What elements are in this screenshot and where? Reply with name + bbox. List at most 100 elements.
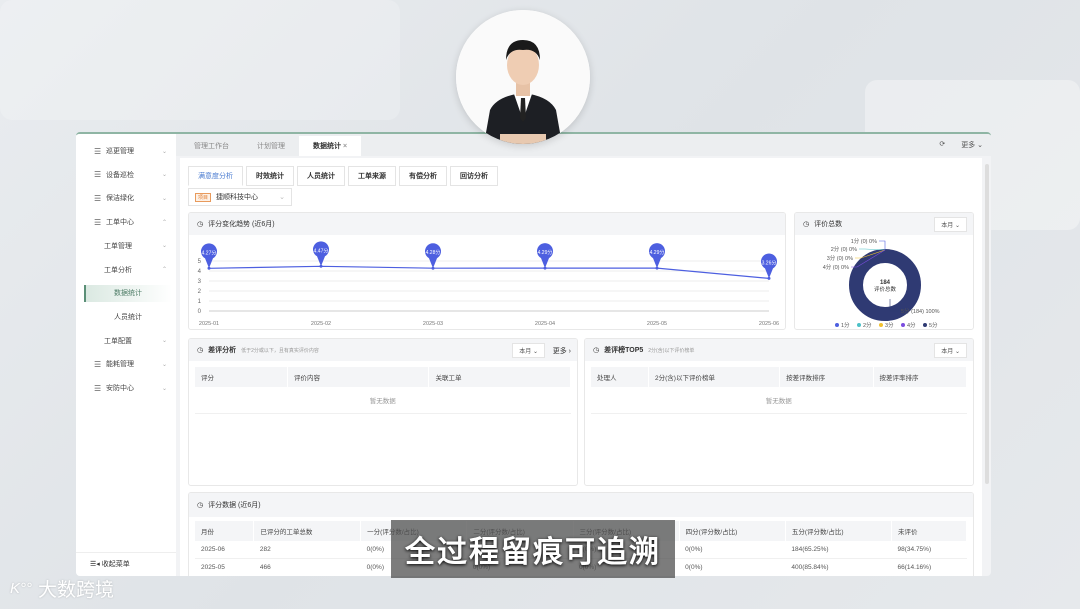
sidebar-item[interactable]: 工单分析 ⌃ [76,263,176,277]
legend-label[interactable]: 4分 [907,321,916,329]
sidebar: ☰ 巡更管理 ⌄ ☰ 设备巡检 ⌄ ☰ 保洁绿化 ⌄ ☰ 工单中心 ⌃ 工单管理 ⌄ 工单分析 ⌃ 数据统计人员… [76,134,176,576]
table-cell: 184(65.25%) [785,541,892,559]
data-label: 4.47分 [314,247,329,254]
x-tick-label: 2025-01 [199,321,219,327]
slice-label: 1分 (0) 0% [851,237,877,245]
sidebar-item-label: 设备巡检 [106,171,134,179]
sidebar-item-label: 工单中心 [106,219,134,227]
table-cell: 2025-06 [195,541,254,559]
y-tick-label: 1 [198,299,202,305]
chevron-icon: ⌄ [162,361,168,368]
legend-label[interactable]: 1分 [841,321,850,329]
x-tick-label: 2025-02 [311,321,331,327]
empty-text: 暂无数据 [591,387,967,414]
sidebar-item-label: 人员统计 [114,313,142,321]
bad-review-card: ◷ 差评分析 低于2分或以下，且有真实评价内容 本月 ⌄ 更多 › 评分 评价内容 关联… [188,338,578,486]
chevron-icon: ⌄ [162,148,168,155]
collapse-label: 收起菜单 [101,561,130,568]
table-cell: 400(85.84%) [785,558,892,576]
table-cell: 466 [253,558,361,576]
legend-label[interactable]: 5分 [929,321,938,329]
trend-card: ◷ 评分变化趋势 (近6月) 0 1 2 3 4 5 2025-01 2025-02 2025-0… [188,212,786,330]
close-icon[interactable]: × [343,143,347,150]
project-select[interactable]: 项目 捷顺科技中心 ⌄ [188,188,292,206]
trend-line-chart: 0 1 2 3 4 5 2025-01 2025-02 2025-03 2025-04 2025-0… [198,241,779,327]
period-select[interactable]: 本月 ⌄ [934,343,967,358]
subtab[interactable]: 满意度分析 [188,166,243,186]
app-window: ☰ 巡更管理 ⌄ ☰ 设备巡检 ⌄ ☰ 保洁绿化 ⌄ ☰ 工单中心 ⌃ 工单管理 ⌄ 工单分析 ⌃ 数据统计 人员… [76,132,991,576]
tab-bar: 管理工作台 计划管理 数据统计 × ⟳ 更多 ⌄ [176,134,991,156]
watermark-logo: K°° 大数跨境 [10,575,114,602]
logo-mark: K°° [10,580,33,597]
period-label: 本月 [941,349,954,355]
sidebar-item-label: 保洁绿化 [106,195,134,203]
collapse-menu-button[interactable]: ☰◂ 收起菜单 [76,552,176,569]
y-tick-label: 4 [198,269,202,275]
more-button[interactable]: 更多 ⌄ [961,140,983,150]
legend-marker [923,323,927,327]
table-cell: 0(0%) [679,558,786,576]
data-label: 4.29分 [650,249,665,256]
sidebar-item[interactable]: 人员统计 [76,310,176,324]
subtab[interactable]: 工单来源 [348,166,396,186]
sidebar-item[interactable]: ☰ 保洁绿化 ⌄ [76,191,176,205]
refresh-icon[interactable]: ⟳ [939,140,945,150]
sidebar-item[interactable]: ☰ 工单中心 ⌃ [76,215,176,229]
period-select[interactable]: 本月 ⌄ [934,217,967,232]
menu-icon: ☰ [94,193,102,203]
subtab[interactable]: 人员统计 [297,166,345,186]
legend-marker [857,323,861,327]
top5-card: ◷ 差评榜TOP5 2分(含)以下评价榜单 本月 ⌄ 处理人 2分(含)以下评价榜单按… [584,338,974,486]
menu-icon: ☰ [94,383,102,393]
more-link[interactable]: 更多 › [553,346,571,356]
x-tick-label: 2025-05 [647,321,667,327]
scrollbar[interactable] [985,164,989,484]
legend-label[interactable]: 2分 [863,321,872,329]
y-tick-label: 3 [198,279,202,285]
tab-plan[interactable]: 计划管理 [243,136,299,156]
data-label: 3.26分 [762,259,777,266]
column-header: 处理人 [591,367,649,387]
donut-center-label: 评价总数 [874,285,897,293]
sidebar-item-label: 安防中心 [106,385,134,392]
x-tick-label: 2025-03 [423,321,443,327]
subtab[interactable]: 有偿分析 [399,166,447,186]
y-tick-label: 2 [198,289,202,295]
chevron-icon: ⌃ [162,267,168,273]
chevron-icon: ⌃ [162,219,168,226]
sidebar-item[interactable]: 工单配置 ⌄ [76,334,176,348]
tab-data-stats[interactable]: 数据统计 × [299,136,362,156]
menu-icon: ☰ [94,359,102,369]
tab-label: 数据统计 [313,143,341,150]
card-title: 差评分析 [208,347,237,354]
subtab[interactable]: 时效统计 [246,166,294,186]
legend-label[interactable]: 3分 [885,321,894,329]
column-header: 已评分的工单总数 [253,521,362,541]
period-select[interactable]: 本月 ⌄ [512,343,545,358]
chevron-icon: ⌄ [162,385,168,392]
sidebar-item[interactable]: 数据统计 [84,284,172,302]
menu-icon: ☰ [94,170,102,180]
slice-label: 5分 (184) 100% [901,307,940,315]
period-label: 本月 [941,223,954,229]
chevron-down-icon: ⌄ [279,194,285,201]
sidebar-item[interactable]: ☰ 安防中心 ⌄ [76,381,176,395]
column-header: 五分(评分数/占比) [785,521,893,541]
sidebar-item[interactable]: ☰ 设备巡检 ⌄ [76,168,176,182]
collapse-icon: ☰◂ [90,561,102,568]
clock-icon: ◷ [803,221,810,228]
project-name: 捷顺科技中心 [216,194,259,201]
sidebar-item[interactable]: 工单管理 ⌄ [76,239,176,253]
presenter-avatar [456,10,590,144]
chevron-icon: ⌄ [162,338,168,345]
tab-workbench[interactable]: 管理工作台 [180,136,243,156]
sidebar-item[interactable]: ☰ 能耗管理 ⌄ [76,357,176,371]
legend-marker [901,323,905,327]
y-tick-label: 5 [198,259,202,265]
sidebar-item[interactable]: ☰ 巡更管理 ⌄ [76,144,176,158]
slice-label: 4分 (0) 0% [823,263,849,271]
column-header: 月份 [195,521,255,541]
subtitle-caption: 全过程留痕可追溯 [391,520,675,578]
card-title: 评分数据 (近6月) [208,502,261,509]
subtab[interactable]: 回访分析 [450,166,498,186]
